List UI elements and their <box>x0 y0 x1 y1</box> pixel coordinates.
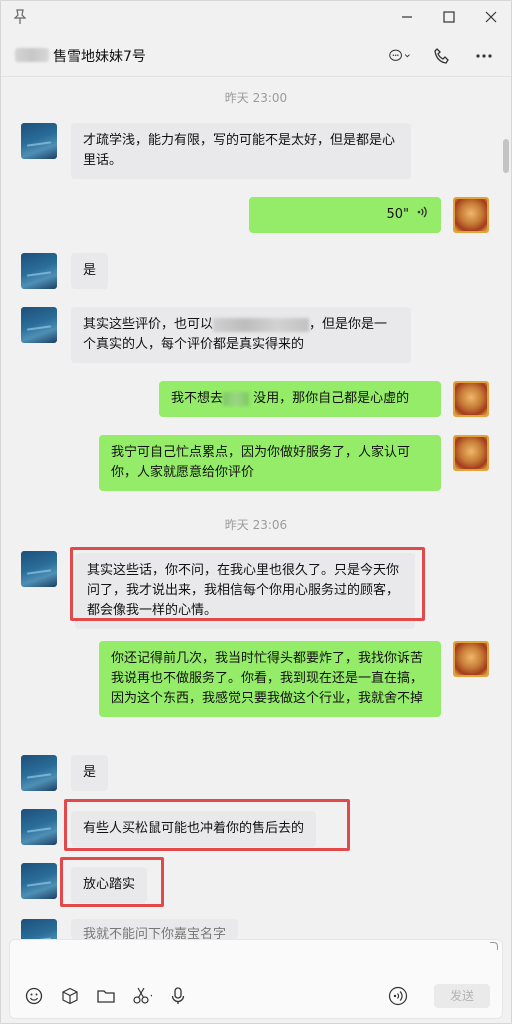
redacted-text <box>213 317 310 332</box>
emoji-icon[interactable] <box>24 986 44 1006</box>
maximize-icon[interactable] <box>439 7 459 27</box>
scissors-icon[interactable] <box>132 986 152 1006</box>
chat-window: 售雪地妹妹7号 昨天 23:00 才疏学浅，能力有限，写的可能不是太好，但是都是… <box>0 0 512 1024</box>
microphone-icon[interactable] <box>168 986 188 1006</box>
highlight-box <box>64 799 350 851</box>
pin-icon[interactable] <box>13 9 29 25</box>
message-bubble: 是 <box>71 253 109 289</box>
message-text: 我不想去 <box>171 391 224 406</box>
voice-duration: 50" <box>386 207 409 222</box>
highlight-box <box>70 547 425 621</box>
message-bubble: 是 <box>71 755 109 791</box>
resize-handle-icon[interactable] <box>490 942 498 950</box>
avatar[interactable] <box>21 809 57 845</box>
avatar[interactable] <box>453 381 489 417</box>
message-input-area[interactable]: 发送 <box>9 939 503 1019</box>
timestamp: 昨天 23:06 <box>224 518 288 532</box>
message-bubble: 才疏学浅，能力有限，写的可能不是太好，但是都是心里话。 <box>71 123 411 179</box>
voice-input-icon[interactable] <box>388 986 408 1006</box>
voice-message[interactable]: 50" <box>249 197 441 233</box>
avatar[interactable] <box>21 863 57 899</box>
message-bubble: 其实这些评价，也可以 ，但是你是一个真实的人，每个评价都是真实得来的 <box>71 307 411 363</box>
sticker-box-icon[interactable] <box>60 986 80 1006</box>
avatar[interactable] <box>21 551 57 587</box>
message-text: 没用，那你自己都是心虚的 <box>253 391 410 406</box>
message-bubble: 我宁可自己忙点累点，因为你做好服务了，人家认可你，人家就愿意给你评价 <box>99 435 441 491</box>
send-button[interactable]: 发送 <box>434 984 490 1008</box>
timestamp: 昨天 23:00 <box>224 91 288 105</box>
chat-title: 售雪地妹妹7号 <box>53 49 146 65</box>
minimize-icon[interactable] <box>397 7 417 27</box>
avatar[interactable] <box>21 307 57 343</box>
redacted-text <box>223 391 250 406</box>
message-text: 其实这些评价，也可以 <box>83 317 214 332</box>
message-bubble: 我不想去 没用，那你自己都是心虚的 <box>159 381 441 417</box>
folder-icon[interactable] <box>96 986 116 1006</box>
more-icon[interactable] <box>473 45 495 67</box>
title-bar <box>1 1 511 35</box>
avatar[interactable] <box>453 435 489 471</box>
phone-icon[interactable] <box>431 45 453 67</box>
message-bubble: 你还记得前几次，我当时忙得头都要炸了，我找你诉苦 我说再也不做服务了。你看，我到… <box>99 641 441 717</box>
chat-bubble-icon[interactable] <box>389 45 411 67</box>
scrollbar[interactable] <box>503 139 509 173</box>
message-bubble: 我就不能问下你嘉宝名字 <box>71 919 239 939</box>
avatar[interactable] <box>21 123 57 159</box>
chat-header: 售雪地妹妹7号 <box>1 37 511 77</box>
highlight-box <box>60 857 164 907</box>
avatar[interactable] <box>21 755 57 791</box>
voice-wave-icon <box>415 205 429 226</box>
avatar[interactable] <box>453 641 489 677</box>
avatar[interactable] <box>453 197 489 233</box>
blurred-name-prefix <box>15 48 49 62</box>
avatar[interactable] <box>21 253 57 289</box>
close-icon[interactable] <box>481 7 501 27</box>
